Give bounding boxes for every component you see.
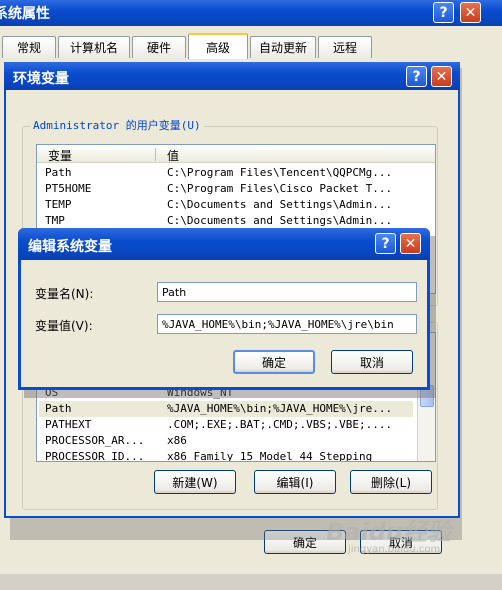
row-value: .COM;.EXE;.BAT;.CMD;.VBS;.VBE;.... <box>167 418 393 431</box>
delete-variable-button[interactable]: 删除(L) <box>350 470 432 494</box>
close-icon[interactable]: ✕ <box>460 2 481 23</box>
user-variables-label: Administrator 的用户变量(U) <box>30 117 204 133</box>
tab-hardware[interactable]: 硬件 <box>132 36 186 58</box>
column-divider <box>155 148 156 161</box>
edit-system-variable-dialog: 编辑系统变量 ? ✕ 变量名(N): Path 变量值(V): %JAVA_HO… <box>18 228 430 390</box>
row-value: x86 Family 15 Model 44 Stepping <box>167 450 373 462</box>
edit-dialog-ok-button[interactable]: 确定 <box>233 350 315 374</box>
help-icon[interactable]: ? <box>433 2 454 23</box>
env-vars-title: 环境变量 <box>13 71 69 87</box>
table-row[interactable]: TEMP C:\Documents and Settings\Admin... <box>45 197 435 213</box>
row-value: C:\Program Files\Tencent\QQPCMg... <box>167 166 393 179</box>
tab-computer-name[interactable]: 计算机名 <box>58 36 130 58</box>
variable-name-label: 变量名(N): <box>35 287 94 301</box>
close-icon[interactable]: ✕ <box>431 66 452 87</box>
table-row[interactable]: PATHEXT .COM;.EXE;.BAT;.CMD;.VBS;.VBE;..… <box>45 417 413 433</box>
table-row[interactable]: PROCESSOR_ID... x86 Family 15 Model 44 S… <box>45 449 413 462</box>
row-value: C:\Documents and Settings\Admin... <box>167 214 393 227</box>
row-variable: Path <box>45 166 72 179</box>
column-header-value[interactable]: 值 <box>167 147 179 164</box>
column-header-variable[interactable]: 变量 <box>48 147 72 164</box>
baidu-watermark: Baidu经验 jingyan.baidu.com <box>326 512 476 560</box>
watermark-url: jingyan.baidu.com <box>348 544 441 555</box>
row-value: C:\Program Files\Cisco Packet T... <box>167 182 393 195</box>
table-row[interactable]: TMP C:\Documents and Settings\Admin... <box>45 213 435 229</box>
tab-auto-update[interactable]: 自动更新 <box>250 36 316 58</box>
tab-remote[interactable]: 远程 <box>318 36 372 58</box>
table-row[interactable]: Path C:\Program Files\Tencent\QQPCMg... <box>45 165 435 181</box>
edit-dialog-titlebar: 编辑系统变量 ? ✕ <box>18 228 430 260</box>
variable-name-input[interactable]: Path <box>157 282 417 302</box>
list-header: 变量 值 <box>37 145 435 164</box>
tab-advanced[interactable]: 高级 <box>188 33 248 59</box>
close-icon[interactable]: ✕ <box>400 233 421 254</box>
new-variable-button[interactable]: 新建(W) <box>154 470 236 494</box>
table-row[interactable]: PROCESSOR_AR... x86 <box>45 433 413 449</box>
row-variable: TMP <box>45 214 65 227</box>
row-variable: PROCESSOR_AR... <box>45 434 145 447</box>
watermark-logo-text: Baidu经验 <box>326 518 451 546</box>
help-icon[interactable]: ? <box>375 233 396 254</box>
table-row[interactable]: Path %JAVA_HOME%\bin;%JAVA_HOME%\jre... <box>39 401 413 417</box>
row-variable: PROCESSOR_ID... <box>45 450 145 462</box>
edit-dialog-title: 编辑系统变量 <box>28 239 112 255</box>
help-icon[interactable]: ? <box>406 66 427 87</box>
tab-general[interactable]: 常规 <box>2 36 56 58</box>
edit-variable-button[interactable]: 编辑(I) <box>254 470 336 494</box>
row-value: %JAVA_HOME%\bin;%JAVA_HOME%\jre... <box>167 402 393 415</box>
row-value: x86 <box>167 434 187 447</box>
system-properties-titlebar: 系统属性 ? ✕ <box>0 0 502 26</box>
row-value: C:\Documents and Settings\Admin... <box>167 198 393 211</box>
row-variable: Path <box>45 402 72 415</box>
row-variable: PATHEXT <box>45 418 92 431</box>
variable-value-label: 变量值(V): <box>35 319 93 333</box>
row-variable: TEMP <box>45 198 72 211</box>
edit-dialog-cancel-button[interactable]: 取消 <box>331 350 413 374</box>
system-properties-title: 系统属性 <box>0 6 50 22</box>
row-variable: PT5HOME <box>45 182 92 195</box>
env-vars-titlebar: 环境变量 ? ✕ <box>4 62 460 90</box>
taskbar-strip <box>0 574 502 590</box>
variable-value-input[interactable]: %JAVA_HOME%\bin;%JAVA_HOME%\jre\bin <box>157 314 417 334</box>
table-row[interactable]: PT5HOME C:\Program Files\Cisco Packet T.… <box>45 181 435 197</box>
